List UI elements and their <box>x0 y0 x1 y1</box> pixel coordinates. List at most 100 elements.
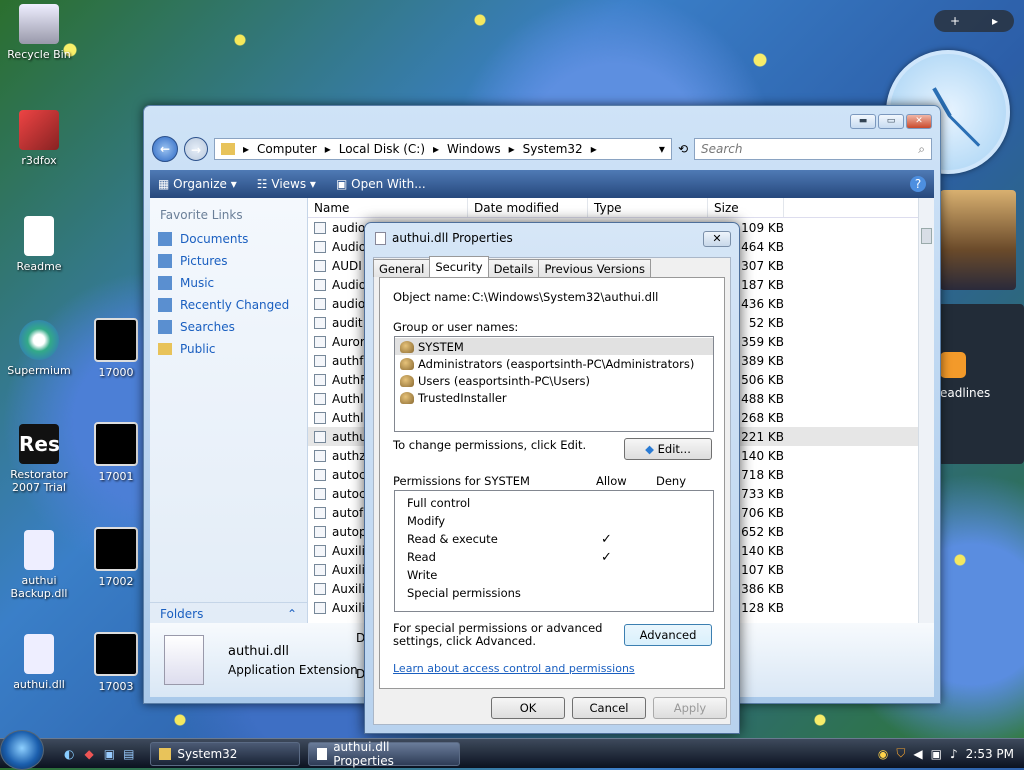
help-icon[interactable]: ? <box>910 176 926 192</box>
column-type[interactable]: Type <box>588 198 708 217</box>
user-group-icon <box>400 340 414 353</box>
column-name[interactable]: Name <box>308 198 468 217</box>
allow-check: ✓ <box>601 531 612 547</box>
column-size[interactable]: Size <box>708 198 784 217</box>
headlines-label: eadlines <box>940 386 991 400</box>
fav-music[interactable]: Music <box>150 272 307 294</box>
r3dfox-quicklaunch-icon[interactable]: ◆ <box>84 747 93 761</box>
fav-searches[interactable]: Searches <box>150 316 307 338</box>
close-button[interactable]: ✕ <box>906 114 932 129</box>
desktop-icon-r3dfox[interactable]: r3dfox <box>1 110 77 167</box>
file-icon <box>314 373 326 386</box>
scroll-thumb[interactable] <box>921 228 932 244</box>
user-item-trustedinstaller[interactable]: TrustedInstaller <box>395 389 713 406</box>
sidebar-controls[interactable]: + ▸ <box>934 10 1014 32</box>
taskbar-item-system32[interactable]: System32 <box>150 741 301 766</box>
column-date-modified[interactable]: Date modified <box>468 198 588 217</box>
perm-write: Write <box>407 568 438 582</box>
search-input[interactable]: Search ⌕ <box>694 138 932 160</box>
clock-time[interactable]: 2:53 PM <box>966 747 1014 761</box>
tray-windows-icon[interactable]: ◉ <box>878 747 888 761</box>
breadcrumb-system32[interactable]: System32 <box>523 142 583 156</box>
desktop-icon-restorator[interactable]: Res Restorator 2007 Trial <box>1 424 77 494</box>
public-folder-icon <box>158 343 172 355</box>
edit-button[interactable]: ◆ Edit... <box>624 438 712 460</box>
switch-windows-icon[interactable]: ▣ <box>104 747 115 761</box>
change-permissions-text: To change permissions, click Edit. <box>393 438 587 452</box>
tab-general[interactable]: General <box>373 259 431 277</box>
add-gadget-icon[interactable]: + <box>950 14 960 28</box>
user-item-system[interactable]: SYSTEM <box>395 338 713 355</box>
desktop-icon-recycle-bin[interactable]: Recycle Bin <box>1 4 77 61</box>
folders-toggle[interactable]: Folders ⌃ <box>150 602 307 624</box>
tab-previous-versions[interactable]: Previous Versions <box>538 259 651 277</box>
cancel-button[interactable]: Cancel <box>572 697 646 719</box>
search-icon[interactable]: ⌕ <box>918 142 925 157</box>
user-item-users[interactable]: Users (easportsinth-PC\Users) <box>395 372 713 389</box>
apply-button[interactable]: Apply <box>653 697 727 719</box>
desktop-icon-authui[interactable]: authui.dll <box>1 634 77 691</box>
dll-file-icon <box>317 747 328 760</box>
fav-pictures[interactable]: Pictures <box>150 250 307 272</box>
fav-public[interactable]: Public <box>150 338 307 360</box>
file-icon <box>314 506 326 519</box>
desktop-icon-readme[interactable]: Readme <box>1 216 77 273</box>
file-icon <box>314 563 326 576</box>
desktop-icon-supermium[interactable]: Supermium <box>1 320 77 377</box>
volume-icon[interactable]: ♪ <box>950 747 958 761</box>
dialog-close-button[interactable]: ✕ <box>703 231 731 247</box>
file-icon <box>314 335 326 348</box>
perm-special: Special permissions <box>407 586 521 600</box>
feed-headlines-gadget[interactable]: eadlines <box>938 304 1024 464</box>
learn-access-control-link[interactable]: Learn about access control and permissio… <box>393 662 635 675</box>
desktop-icon-authui-backup[interactable]: authui Backup.dll <box>1 530 77 600</box>
minimize-button[interactable]: ▬ <box>850 114 876 129</box>
vertical-scrollbar[interactable] <box>918 198 934 624</box>
user-group-icon <box>400 374 414 387</box>
security-alert-icon[interactable]: ⛉ <box>896 746 905 761</box>
open-with-button[interactable]: ▣ Open With... <box>336 177 426 191</box>
user-item-administrators[interactable]: Administrators (easportsinth-PC\Administ… <box>395 355 713 372</box>
fav-documents[interactable]: Documents <box>150 228 307 250</box>
document-icon <box>24 216 54 256</box>
refresh-icon[interactable]: ⟲ <box>678 142 688 156</box>
ok-button[interactable]: OK <box>491 697 565 719</box>
tab-details[interactable]: Details <box>487 259 540 277</box>
views-menu[interactable]: ☷ Views ▾ <box>257 177 316 191</box>
views-icon: ☷ <box>256 177 268 191</box>
file-icon <box>314 221 326 234</box>
image-thumbnail-icon <box>94 632 138 676</box>
system-tray: ◉ ⛉ ◀ ▣ ♪ 2:53 PM <box>878 746 1024 761</box>
slideshow-gadget[interactable] <box>940 190 1016 290</box>
screen-icon[interactable]: ▤ <box>123 747 134 761</box>
file-icon <box>314 316 326 329</box>
user-list[interactable]: SYSTEM Administrators (easportsinth-PC\A… <box>394 336 714 432</box>
breadcrumb-computer[interactable]: Computer <box>257 142 317 156</box>
address-bar[interactable]: ▸ Computer ▸ Local Disk (C:) ▸ Windows ▸ Sy… <box>214 138 672 160</box>
rss-icon <box>940 352 966 378</box>
fav-recently-changed[interactable]: Recently Changed <box>150 294 307 316</box>
file-icon <box>314 354 326 367</box>
advanced-button[interactable]: Advanced <box>624 624 712 646</box>
back-button[interactable]: ← <box>152 136 178 162</box>
file-icon <box>314 411 326 424</box>
properties-dialog[interactable]: authui.dll Properties ✕ General Security… <box>364 222 740 734</box>
taskbar-item-properties[interactable]: authui.dll Properties <box>308 740 461 768</box>
folder-icon <box>159 747 172 760</box>
breadcrumb-windows[interactable]: Windows <box>447 142 501 156</box>
allow-column-label: Allow <box>596 474 627 488</box>
show-desktop-icon[interactable]: ◐ <box>64 747 74 761</box>
file-icon <box>314 468 326 481</box>
forward-button[interactable]: → <box>184 137 208 161</box>
tab-security[interactable]: Security <box>429 256 489 277</box>
permissions-list[interactable]: Full control Modify Read & execute ✓ Read… <box>394 490 714 612</box>
network-icon[interactable]: ▣ <box>931 747 942 761</box>
dialog-title: authui.dll Properties <box>375 231 513 245</box>
maximize-button[interactable]: ▭ <box>878 114 904 129</box>
next-icon[interactable]: ▸ <box>992 14 998 28</box>
breadcrumb-local-disk[interactable]: Local Disk (C:) <box>339 142 425 156</box>
address-dropdown-icon[interactable]: ▾ <box>659 142 665 156</box>
organize-menu[interactable]: ▦ Organize ▾ <box>158 177 237 191</box>
volume-icon[interactable]: ◀ <box>913 747 922 761</box>
start-button[interactable] <box>0 729 44 770</box>
